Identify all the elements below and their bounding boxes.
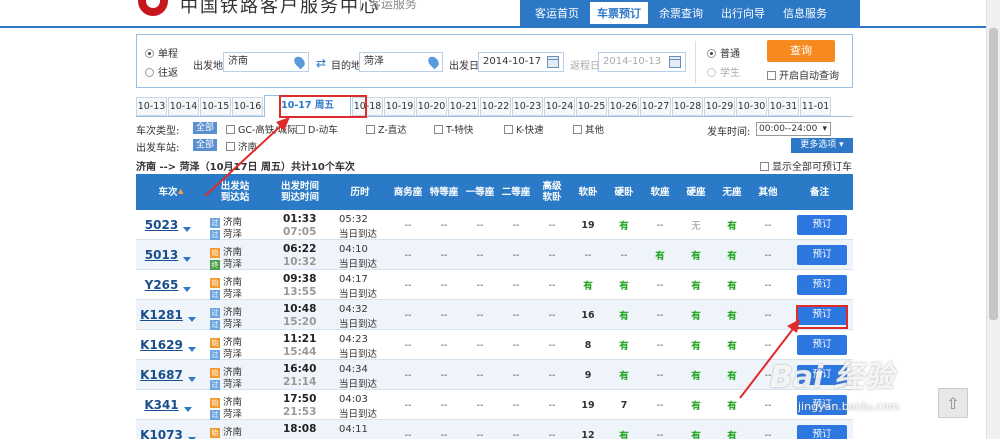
arrow-head: [787, 319, 800, 333]
baidu-watermark: Bai 经验: [770, 360, 894, 395]
baidu-watermark-url: jingyan.baidu.com: [798, 400, 900, 413]
scrollbar-thumb[interactable]: [989, 28, 998, 320]
arrow-up-icon: ⇧: [946, 393, 960, 413]
arrow-to-date-tab: [204, 121, 286, 197]
back-to-top-button[interactable]: ⇧: [938, 388, 968, 418]
